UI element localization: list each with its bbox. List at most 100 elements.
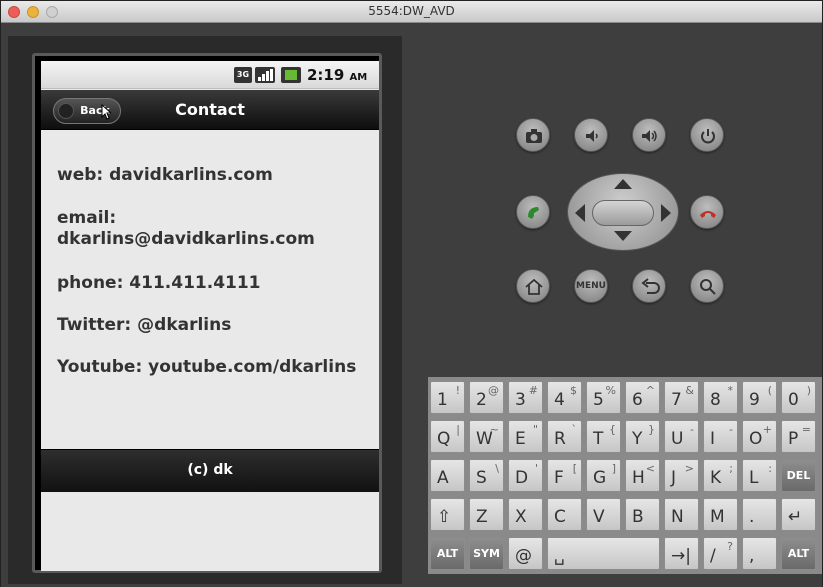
key-5-5[interactable]: →| (664, 537, 699, 570)
key-3-10[interactable]: DEL (781, 459, 816, 492)
key-2-1[interactable]: Q | (430, 420, 465, 453)
key-label: Y (632, 429, 643, 449)
key-4-2[interactable]: Z (469, 498, 504, 531)
key-3-4[interactable]: F[ (547, 459, 582, 492)
key-alt-label: @ (488, 384, 499, 397)
dpad-down-icon[interactable] (614, 231, 632, 241)
key-label: O (749, 429, 763, 449)
key-3-1[interactable]: A (430, 459, 465, 492)
key-label: @ (515, 546, 532, 566)
email-link[interactable]: dkarlins@davidkarlins.com (57, 229, 315, 250)
key-2-5[interactable]: T{ (586, 420, 621, 453)
menu-button[interactable]: MENU (574, 269, 608, 303)
key-4-5[interactable]: V (586, 498, 621, 531)
key-3-6[interactable]: H < (625, 459, 660, 492)
back-hardware-button[interactable] (632, 269, 666, 303)
key-4-10[interactable]: ↵ (781, 498, 816, 531)
key-alt-label: ~ (489, 423, 499, 436)
power-button[interactable] (690, 118, 724, 152)
web-link[interactable]: web: davidkarlins.com (57, 165, 273, 186)
key-5-2[interactable]: SYM (469, 537, 504, 570)
key-alt-label: " (532, 423, 538, 436)
key-label: 4 (554, 390, 565, 410)
search-button[interactable] (690, 269, 724, 303)
key-1-9[interactable]: 9( (742, 381, 777, 414)
key-5-6[interactable]: /? (703, 537, 738, 570)
home-button[interactable] (516, 269, 550, 303)
key-4-3[interactable]: X (508, 498, 543, 531)
key-alt-label: * (727, 384, 734, 397)
key-5-8[interactable]: ALT (781, 537, 816, 570)
volume-down-button[interactable] (574, 118, 608, 152)
search-icon (700, 279, 716, 295)
key-label: 5 (593, 390, 604, 410)
key-alt-label: | (456, 423, 460, 436)
key-2-8[interactable]: I- (703, 420, 738, 453)
emulator-window: 5554:DW_AVD 3G 2:19 AM Back Contact web:… (0, 0, 823, 587)
dpad-right-icon[interactable] (661, 204, 671, 222)
key-2-10[interactable]: P = (781, 420, 816, 453)
key-1-6[interactable]: 6 ^ (625, 381, 660, 414)
key-alt-label: ; (729, 462, 733, 475)
key-1-5[interactable]: 5% (586, 381, 621, 414)
signal-strength-icon (255, 67, 275, 83)
dpad-center-button[interactable] (592, 200, 654, 226)
key-1-7[interactable]: 7 & (664, 381, 699, 414)
key-label: 2 (476, 390, 487, 410)
key-2-7[interactable]: U- (664, 420, 699, 453)
key-1-3[interactable]: 3 # (508, 381, 543, 414)
dpad-left-icon[interactable] (575, 204, 585, 222)
key-3-8[interactable]: K; (703, 459, 738, 492)
key-label: 1 (437, 390, 448, 410)
time-ampm: AM (349, 72, 368, 83)
key-2-9[interactable]: O + (742, 420, 777, 453)
key-alt-label: ? (727, 540, 733, 553)
key-4-8[interactable]: M (703, 498, 738, 531)
key-label: B (632, 507, 644, 527)
key-label: ↵ (788, 507, 803, 527)
key-3-9[interactable]: L: (742, 459, 777, 492)
key-label: U (671, 429, 684, 449)
end-call-button[interactable] (690, 195, 724, 229)
key-5-3[interactable]: @ (508, 537, 543, 570)
key-label: L (749, 468, 759, 488)
key-alt-label: ` (571, 423, 578, 436)
volume-down-icon (586, 130, 598, 142)
phone-screen[interactable]: 3G 2:19 AM Back Contact web: davidkarlin… (41, 61, 379, 571)
key-4-4[interactable]: C (547, 498, 582, 531)
key-alt-label: ) (806, 384, 811, 397)
key-2-2[interactable]: W ~ (469, 420, 504, 453)
key-1-2[interactable]: 2 @ (469, 381, 504, 414)
key-3-3[interactable]: D ' (508, 459, 543, 492)
key-2-6[interactable]: Y} (625, 420, 660, 453)
key-4-1[interactable]: ⇧ (430, 498, 465, 531)
key-2-4[interactable]: R ` (547, 420, 582, 453)
key-label: K (710, 468, 722, 488)
phone-link[interactable]: phone: 411.411.4111 (57, 273, 261, 294)
key-alt-label: - (690, 423, 694, 436)
key-3-7[interactable]: J > (664, 459, 699, 492)
call-button[interactable] (516, 195, 550, 229)
camera-button[interactable] (516, 118, 550, 152)
key-5-7[interactable]: , (742, 537, 777, 570)
key-1-10[interactable]: 0) (781, 381, 816, 414)
key-2-3[interactable]: E " (508, 420, 543, 453)
key-3-2[interactable]: S \ (469, 459, 504, 492)
key-1-4[interactable]: 4 $ (547, 381, 582, 414)
youtube-link[interactable]: Youtube: youtube.com/dkarlins (57, 357, 356, 378)
dpad-up-icon[interactable] (614, 179, 632, 189)
key-3-5[interactable]: G] (586, 459, 621, 492)
key-5-4[interactable]: ␣ (547, 537, 660, 570)
key-1-8[interactable]: 8 * (703, 381, 738, 414)
key-4-7[interactable]: N (664, 498, 699, 531)
hardware-keyboard: 1! 2 @3 #4 $5% 6 ^ 7 & 8 * 9(0) Q | W ~ E " R ` T{Y} U - I - O + P =… (428, 377, 822, 574)
key-label: DEL (786, 469, 811, 482)
power-icon (701, 129, 715, 144)
key-5-1[interactable]: ALT (430, 537, 465, 570)
twitter-link[interactable]: Twitter: @dkarlins (57, 315, 231, 336)
key-4-6[interactable]: B (625, 498, 660, 531)
key-1-1[interactable]: 1! (430, 381, 465, 414)
volume-up-button[interactable] (632, 118, 666, 152)
key-4-9[interactable]: . (742, 498, 777, 531)
key-label: T (593, 429, 604, 449)
